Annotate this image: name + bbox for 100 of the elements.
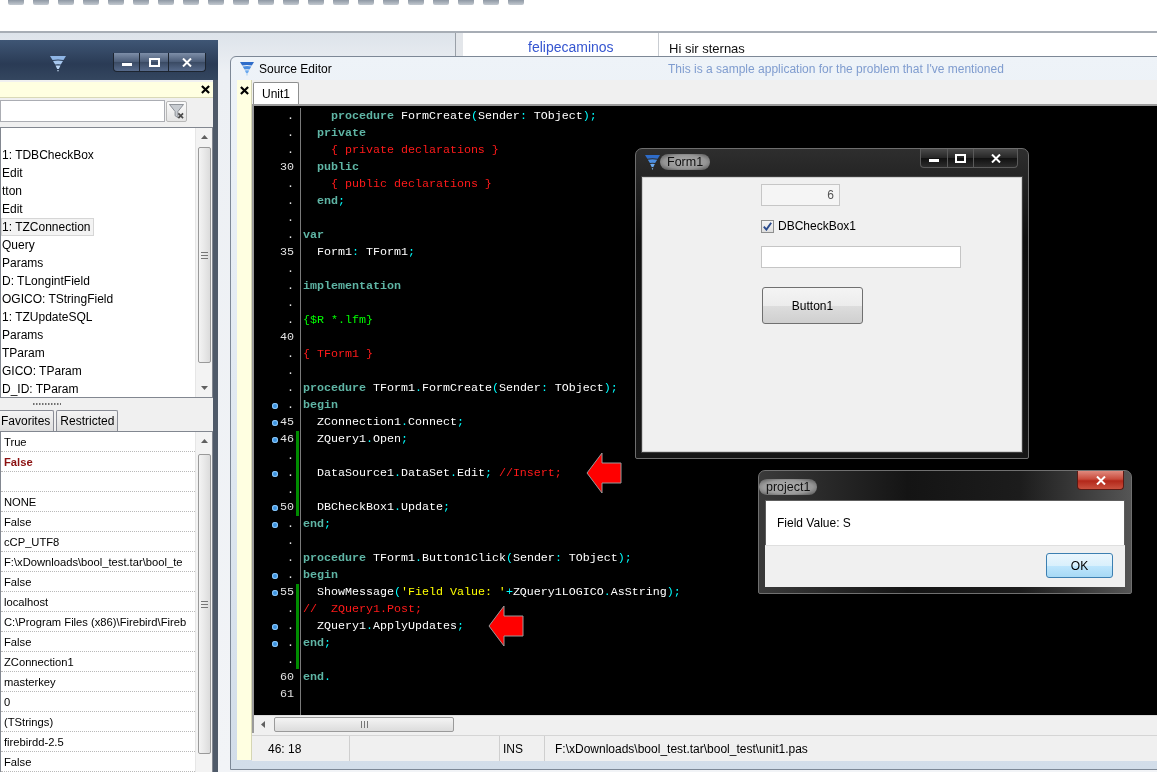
close-button[interactable] [974,149,1018,168]
scrollbar-thumb[interactable] [197,147,211,363]
splitter-grip-icon[interactable] [33,402,61,405]
property-value[interactable]: firebirdd-2.5 [4,734,64,749]
vertical-scrollbar[interactable] [195,432,212,772]
dot-icon[interactable] [272,623,278,630]
property-value[interactable]: (TStrings) [4,714,54,729]
toolbar-icon[interactable] [33,0,49,5]
toolbar-icon[interactable] [433,0,449,5]
filter-field[interactable] [0,100,165,122]
tree-item[interactable]: Params [1,326,47,344]
maximize-button[interactable] [140,53,169,72]
horizontal-scrollbar[interactable] [254,715,1157,733]
code-line: { private declarations } [329,142,499,159]
tree-item[interactable]: Edit [1,164,26,182]
toolbar-icon[interactable] [358,0,374,5]
toolbar-icon[interactable] [383,0,399,5]
property-value[interactable]: F:\xDownloads\bool_test.tar\bool_te [4,554,183,569]
tree-item[interactable]: Edit [1,200,26,218]
close-button[interactable] [1077,471,1124,490]
property-value[interactable]: False [4,634,32,649]
property-value[interactable]: NONE [4,494,37,509]
inspector-tab[interactable]: Favorites [0,410,55,431]
checkbox[interactable] [761,219,774,233]
toolbar-icon[interactable] [233,0,249,5]
up-triangle-icon[interactable] [200,439,208,443]
left-triangle-icon[interactable] [261,721,265,728]
maximize-button[interactable] [948,149,974,168]
tree-item[interactable]: Params [1,254,47,272]
scrollbar-thumb[interactable] [197,454,211,754]
text-field[interactable] [761,246,961,268]
line-number: 55 [280,584,294,601]
vertical-scrollbar[interactable] [195,128,212,397]
tree-item[interactable]: D_ID: TParam [1,380,82,397]
property-value[interactable]: ZConnection1 [4,654,74,669]
toolbar-icon[interactable] [133,0,149,5]
property-value[interactable]: localhost [4,594,49,609]
tree-item[interactable]: 1: TZUpdateSQL [1,308,96,326]
toolbar-icon[interactable] [333,0,349,5]
ok-button[interactable]: OK [1046,553,1113,578]
toolbar-icon[interactable] [283,0,299,5]
property-value[interactable]: masterkey [4,674,56,689]
property-value[interactable]: False [4,514,32,529]
close-button[interactable] [169,53,206,72]
down-triangle-icon[interactable] [200,386,208,390]
editor-tab[interactable]: Unit1 [253,82,299,104]
property-value[interactable]: False [4,454,33,469]
line-number: 50 [280,499,294,516]
property-value[interactable]: True [4,434,27,449]
tree-item[interactable]: OGICO: TStringField [1,290,117,308]
dot-icon[interactable] [272,589,278,596]
tree-item[interactable]: 1: TDBCheckBox [1,146,97,164]
dot-icon[interactable] [272,572,278,579]
close-icon[interactable] [201,85,210,94]
form-button[interactable]: Button1 [762,287,863,324]
up-triangle-icon[interactable] [200,135,208,139]
toolbar-icon[interactable] [183,0,199,5]
inspector-tab[interactable]: Restricted [56,410,119,431]
toolbar-icon[interactable] [458,0,474,5]
dot-icon[interactable] [272,436,278,443]
tree-item[interactable]: tton [1,182,25,200]
toolbar-icon[interactable] [408,0,424,5]
toolbar-icon[interactable] [8,0,24,5]
checkbox-label[interactable]: DBCheckBox1 [778,219,857,233]
toolbar-icon[interactable] [108,0,124,5]
property-value[interactable]: False [4,574,32,589]
filter-button[interactable] [166,101,187,122]
dot-icon[interactable] [272,521,278,528]
dot-icon[interactable] [272,504,278,511]
dot-icon[interactable] [272,419,278,426]
grip-icon [200,251,208,259]
property-value[interactable]: False [4,754,32,769]
close-icon[interactable] [239,86,249,95]
property-value[interactable]: C:\Program Files (x86)\Firebird\Fireb [4,614,187,629]
file-path: F:\xDownloads\bool_test.tar\bool_test\unit1.pas [555,741,808,756]
toolbar-icon[interactable] [508,0,524,5]
tree-item[interactable]: Query [1,236,38,254]
dot-icon[interactable] [272,402,278,409]
window-title: Source Editor [259,61,332,76]
minimize-button[interactable] [920,149,948,168]
line-number: . [287,176,294,193]
dot-icon[interactable] [272,640,278,647]
tree-item[interactable]: 1: TZConnection [1,218,94,236]
line-number: 30 [280,159,294,176]
toolbar-icon[interactable] [483,0,499,5]
toolbar-icon[interactable] [58,0,74,5]
tree-item[interactable]: GICO: TParam [1,362,85,380]
toolbar-icon[interactable] [208,0,224,5]
toolbar-icon[interactable] [158,0,174,5]
user-link[interactable]: felipecaminos [528,39,614,55]
toolbar-icon[interactable] [83,0,99,5]
toolbar-icon[interactable] [258,0,274,5]
tree-item[interactable]: TParam [1,344,48,362]
property-value[interactable]: cCP_UTF8 [4,534,60,549]
tree-item[interactable]: D: TLongintField [1,272,93,290]
minimize-button[interactable] [113,53,140,72]
toolbar-icon[interactable] [308,0,324,5]
property-value[interactable]: 0 [4,694,11,709]
scrollbar-thumb[interactable] [274,717,454,732]
dot-icon[interactable] [272,470,278,477]
